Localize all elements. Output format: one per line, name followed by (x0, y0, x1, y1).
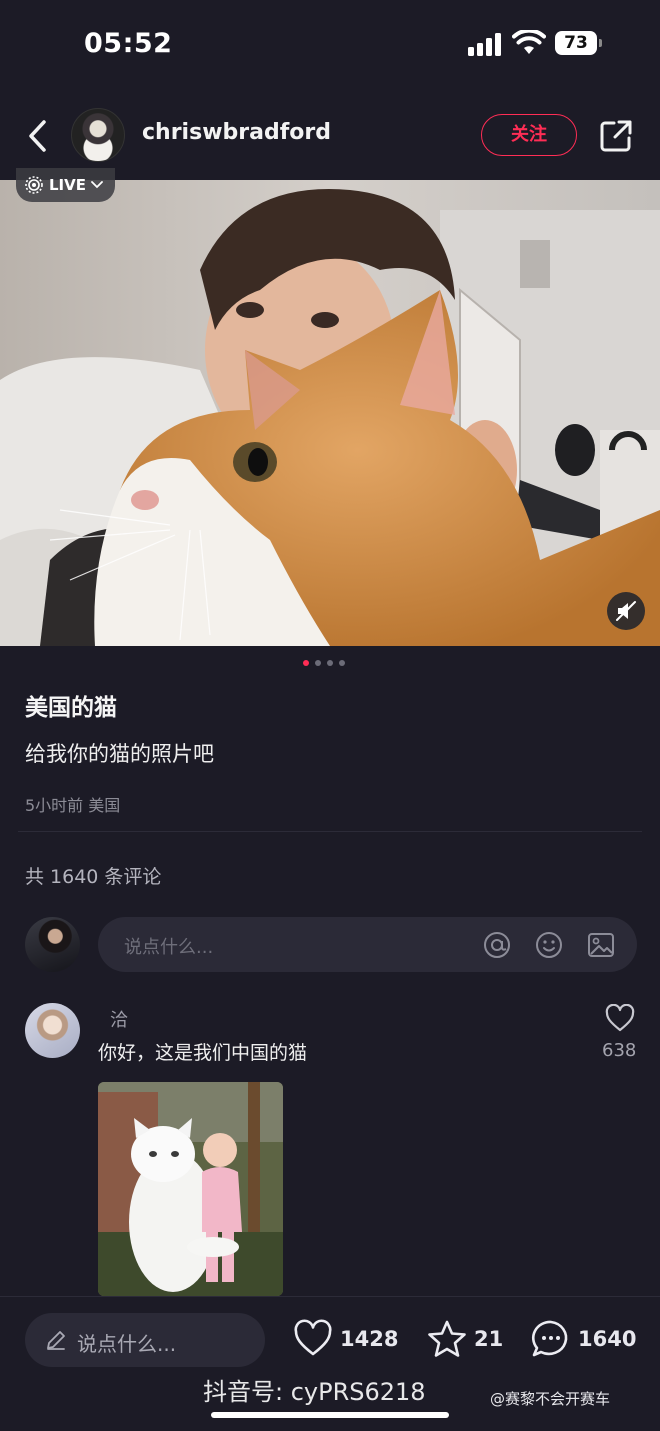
comment-count: 1640 (578, 1327, 637, 1351)
like-heart-icon[interactable] (293, 1319, 333, 1359)
live-label: LIVE (49, 176, 86, 194)
post-meta: 5小时前 美国 (25, 796, 121, 815)
emoji-icon[interactable] (534, 930, 564, 960)
comment-input[interactable]: 说点什么... (98, 917, 637, 972)
carousel-dot (327, 660, 333, 666)
chevron-down-icon (91, 181, 103, 189)
back-arrow-icon[interactable] (22, 114, 56, 158)
carousel-dot-active (303, 660, 309, 666)
like-count: 1428 (340, 1327, 399, 1351)
pencil-icon (47, 1331, 65, 1350)
weibo-watermark: @赛黎不会开赛车 (490, 1390, 611, 1408)
favorite-count: 21 (474, 1327, 504, 1351)
commenter-name[interactable]: 洽 (110, 1006, 128, 1032)
author-username[interactable]: chriswbradford (142, 120, 331, 145)
comment-text: 你好，这是我们中国的猫 (98, 1042, 308, 1064)
douyin-watermark: 抖音号: cyPRS6218 (203, 1378, 426, 1406)
man-with-cat-photo (0, 180, 660, 646)
home-indicator[interactable] (211, 1412, 449, 1418)
battery-indicator: 73 (555, 31, 597, 55)
author-avatar[interactable] (71, 108, 125, 162)
comments-count: 共 1640 条评论 (25, 866, 162, 888)
comment-input-placeholder: 说点什么... (124, 937, 214, 958)
follow-button[interactable]: 关注 (481, 114, 577, 156)
comment-image[interactable] (98, 1082, 283, 1296)
post-body: 给我你的猫的照片吧 (25, 742, 214, 766)
image-icon[interactable] (586, 930, 616, 960)
commenter-avatar[interactable] (25, 1003, 80, 1058)
carousel-indicator (303, 660, 345, 666)
share-icon[interactable] (598, 118, 634, 154)
post-photo[interactable] (0, 180, 660, 646)
mute-icon[interactable] (607, 592, 645, 630)
comment-like-count: 638 (602, 1040, 637, 1061)
live-photo-icon (25, 176, 43, 194)
bottom-input-placeholder: 说点什么... (77, 1332, 177, 1356)
comment-bubble-icon[interactable] (531, 1319, 571, 1359)
wifi-icon (512, 30, 546, 54)
live-photo-badge[interactable]: LIVE (16, 168, 115, 202)
favorite-star-icon[interactable] (427, 1319, 467, 1359)
cat-with-baby-photo (98, 1082, 283, 1296)
battery-cap (599, 39, 602, 47)
divider (18, 831, 642, 832)
mention-icon[interactable] (482, 930, 512, 960)
carousel-dot (315, 660, 321, 666)
post-header: chriswbradford 关注 (0, 100, 660, 174)
footer: 抖音号: cyPRS6218 @赛黎不会开赛车 (0, 1378, 660, 1431)
comment-like-icon[interactable] (605, 1004, 635, 1032)
status-bar: 05:52 73 (0, 0, 660, 90)
current-user-avatar (25, 917, 80, 972)
carousel-dot (339, 660, 345, 666)
cellular-signal-icon (468, 32, 502, 56)
bottom-action-bar: 说点什么... 1428 21 1640 (0, 1296, 660, 1382)
bottom-comment-input[interactable]: 说点什么... (25, 1313, 265, 1367)
post-title: 美国的猫 (25, 695, 117, 721)
status-time: 05:52 (84, 28, 173, 59)
